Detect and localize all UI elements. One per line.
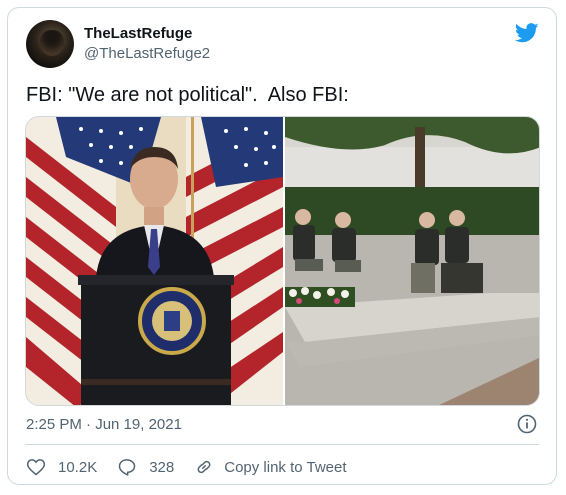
author-handle[interactable]: @TheLastRefuge2: [84, 45, 210, 62]
tweet-card[interactable]: TheLastRefuge @TheLastRefuge2 FBI: "We a…: [7, 7, 557, 485]
reply-count: 328: [149, 458, 175, 476]
tweet-actions: 10.2K 328 Copy link to Tweet: [26, 457, 367, 477]
photo-podium[interactable]: [26, 117, 283, 405]
like-button[interactable]: 10.2K: [26, 457, 97, 477]
author-name[interactable]: TheLastRefuge: [84, 25, 192, 42]
divider: [25, 444, 539, 445]
twitter-bird-icon[interactable]: [515, 23, 539, 43]
tweet-media[interactable]: [25, 116, 540, 406]
tweet-text: FBI: "We are not political". Also FBI:: [26, 84, 349, 106]
author-avatar[interactable]: [26, 20, 74, 68]
copy-link-label: Copy link to Tweet: [224, 458, 347, 476]
tweet-timestamp[interactable]: 2:25 PM · Jun 19, 2021: [26, 416, 182, 433]
heart-icon: [26, 459, 46, 476]
info-icon[interactable]: [517, 414, 537, 434]
like-count: 10.2K: [58, 458, 98, 476]
copy-link-button[interactable]: Copy link to Tweet: [194, 457, 347, 477]
avatar-dog-image: [40, 30, 64, 56]
link-icon: [197, 460, 211, 474]
reply-button[interactable]: 328: [117, 457, 174, 477]
photo-agents-kneeling[interactable]: [285, 117, 539, 405]
reply-bubble-icon: [118, 459, 136, 476]
